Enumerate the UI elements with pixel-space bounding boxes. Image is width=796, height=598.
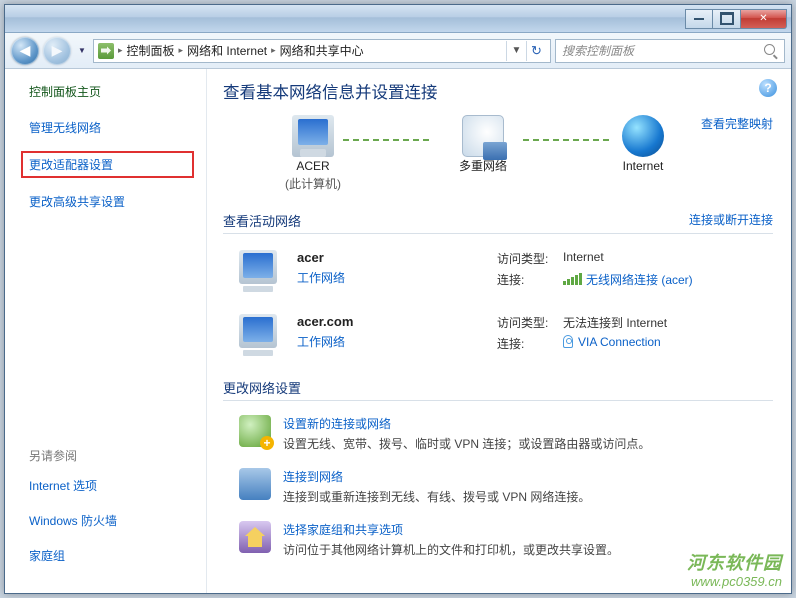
watermark-title: 河东软件园	[687, 553, 782, 575]
breadcrumb[interactable]: 网络和共享中心	[280, 42, 364, 59]
access-type-label: 访问类型:	[497, 314, 555, 331]
new-connection-icon	[239, 415, 271, 447]
navbar: ◀ ▶ ▼ ▸ 控制面板 ▸ 网络和 Internet ▸ 网络和共享中心 ▼ …	[5, 33, 791, 69]
network-icon	[239, 314, 283, 358]
network-icon	[239, 250, 283, 294]
wifi-signal-icon	[563, 273, 582, 285]
map-connection-line	[343, 139, 433, 141]
setting-desc: 连接到或重新连接到无线、有线、拨号或 VPN 网络连接。	[283, 488, 773, 505]
watermark-url: www.pc0359.cn	[687, 574, 782, 590]
globe-icon	[622, 115, 664, 157]
access-type-value: Internet	[563, 250, 604, 267]
section-heading-text: 查看活动网络	[223, 214, 301, 229]
map-label: ACER	[263, 159, 363, 175]
sidebar-home[interactable]: 控制面板主页	[29, 83, 206, 100]
connection-link[interactable]: 无线网络连接 (acer)	[563, 271, 693, 288]
page-title: 查看基本网络信息并设置连接	[223, 79, 773, 103]
network-type-link[interactable]: 工作网络	[297, 333, 497, 350]
minimize-button[interactable]	[685, 9, 713, 29]
sidebar-seealso-item[interactable]: 家庭组	[29, 544, 206, 567]
refresh-icon[interactable]: ↻	[526, 41, 546, 61]
sidebar-adapter-settings[interactable]: 更改适配器设置	[21, 151, 194, 178]
setting-connect-network[interactable]: 连接到网络 连接到或重新连接到无线、有线、拨号或 VPN 网络连接。	[223, 464, 773, 517]
map-sublabel: (此计算机)	[263, 175, 363, 192]
close-button[interactable]: ✕	[741, 9, 787, 29]
breadcrumb-sep-icon: ▸	[118, 45, 123, 56]
breadcrumb-sep-icon: ▸	[179, 45, 184, 56]
network-type-link[interactable]: 工作网络	[297, 269, 497, 286]
search-placeholder: 搜索控制面板	[562, 42, 634, 59]
search-input[interactable]: 搜索控制面板	[555, 39, 785, 63]
network-name: acer.com	[297, 314, 497, 329]
computer-icon	[292, 115, 334, 157]
address-bar[interactable]: ▸ 控制面板 ▸ 网络和 Internet ▸ 网络和共享中心 ▼ ↻	[93, 39, 551, 63]
setting-new-connection[interactable]: 设置新的连接或网络 设置无线、宽带、拨号、临时或 VPN 连接；或设置路由器或访…	[223, 411, 773, 464]
main-pane: ? 查看基本网络信息并设置连接 查看完整映射 ACER (此计算机) 多重网络 …	[207, 69, 791, 593]
network-block: acer 工作网络 访问类型: Internet 连接: 无线网络连接 (acer)	[223, 244, 773, 308]
history-drop-icon[interactable]: ▼	[75, 41, 89, 61]
address-drop-icon[interactable]: ▼	[506, 41, 526, 61]
homegroup-icon	[239, 521, 271, 553]
section-heading-text: 更改网络设置	[223, 381, 301, 396]
access-type-value: 无法连接到 Internet	[563, 314, 667, 331]
window: ✕ ◀ ▶ ▼ ▸ 控制面板 ▸ 网络和 Internet ▸ 网络和共享中心 …	[4, 4, 792, 594]
setting-title: 设置新的连接或网络	[283, 415, 773, 432]
map-node-this-pc[interactable]: ACER (此计算机)	[263, 115, 363, 192]
via-adapter-icon	[563, 335, 573, 348]
network-block: acer.com 工作网络 访问类型: 无法连接到 Internet 连接: VIA…	[223, 308, 773, 372]
back-button[interactable]: ◀	[11, 37, 39, 65]
active-networks-heading: 查看活动网络 连接或断开连接	[223, 211, 773, 234]
connect-network-icon	[239, 468, 271, 500]
sidebar-seealso-item[interactable]: Windows 防火墙	[29, 509, 206, 532]
titlebar: ✕	[5, 5, 791, 33]
network-name: acer	[297, 250, 497, 265]
search-icon	[764, 44, 778, 58]
change-settings-heading: 更改网络设置	[223, 378, 773, 401]
map-label: Internet	[593, 159, 693, 175]
forward-button[interactable]: ▶	[43, 37, 71, 65]
help-icon[interactable]: ?	[759, 79, 777, 97]
watermark: 河东软件园 www.pc0359.cn	[687, 553, 782, 590]
map-node-internet[interactable]: Internet	[593, 115, 693, 175]
full-map-link[interactable]: 查看完整映射	[701, 115, 773, 132]
map-label: 多重网络	[433, 159, 533, 175]
sidebar-seealso-heading: 另请参阅	[29, 447, 206, 464]
setting-title: 连接到网络	[283, 468, 773, 485]
access-type-label: 访问类型:	[497, 250, 555, 267]
connection-link[interactable]: VIA Connection	[563, 335, 661, 352]
control-panel-icon	[98, 43, 114, 59]
network-map: 查看完整映射 ACER (此计算机) 多重网络 Internet	[223, 115, 773, 205]
breadcrumb[interactable]: 网络和 Internet	[187, 42, 267, 59]
body: 控制面板主页 管理无线网络 更改适配器设置 更改高级共享设置 另请参阅 Inte…	[5, 69, 791, 593]
map-node-multi[interactable]: 多重网络	[433, 115, 533, 175]
sidebar: 控制面板主页 管理无线网络 更改适配器设置 更改高级共享设置 另请参阅 Inte…	[5, 69, 207, 593]
connect-disconnect-link[interactable]: 连接或断开连接	[689, 211, 773, 228]
sidebar-advanced-sharing[interactable]: 更改高级共享设置	[29, 190, 206, 213]
sidebar-seealso-item[interactable]: Internet 选项	[29, 474, 206, 497]
maximize-button[interactable]	[713, 9, 741, 29]
setting-desc: 设置无线、宽带、拨号、临时或 VPN 连接；或设置路由器或访问点。	[283, 435, 773, 452]
sidebar-wireless[interactable]: 管理无线网络	[29, 116, 206, 139]
multi-network-icon	[462, 115, 504, 157]
connection-label: 连接:	[497, 271, 555, 288]
breadcrumb-sep-icon: ▸	[271, 45, 276, 56]
breadcrumb[interactable]: 控制面板	[127, 42, 175, 59]
connection-label: 连接:	[497, 335, 555, 352]
setting-title: 选择家庭组和共享选项	[283, 521, 773, 538]
